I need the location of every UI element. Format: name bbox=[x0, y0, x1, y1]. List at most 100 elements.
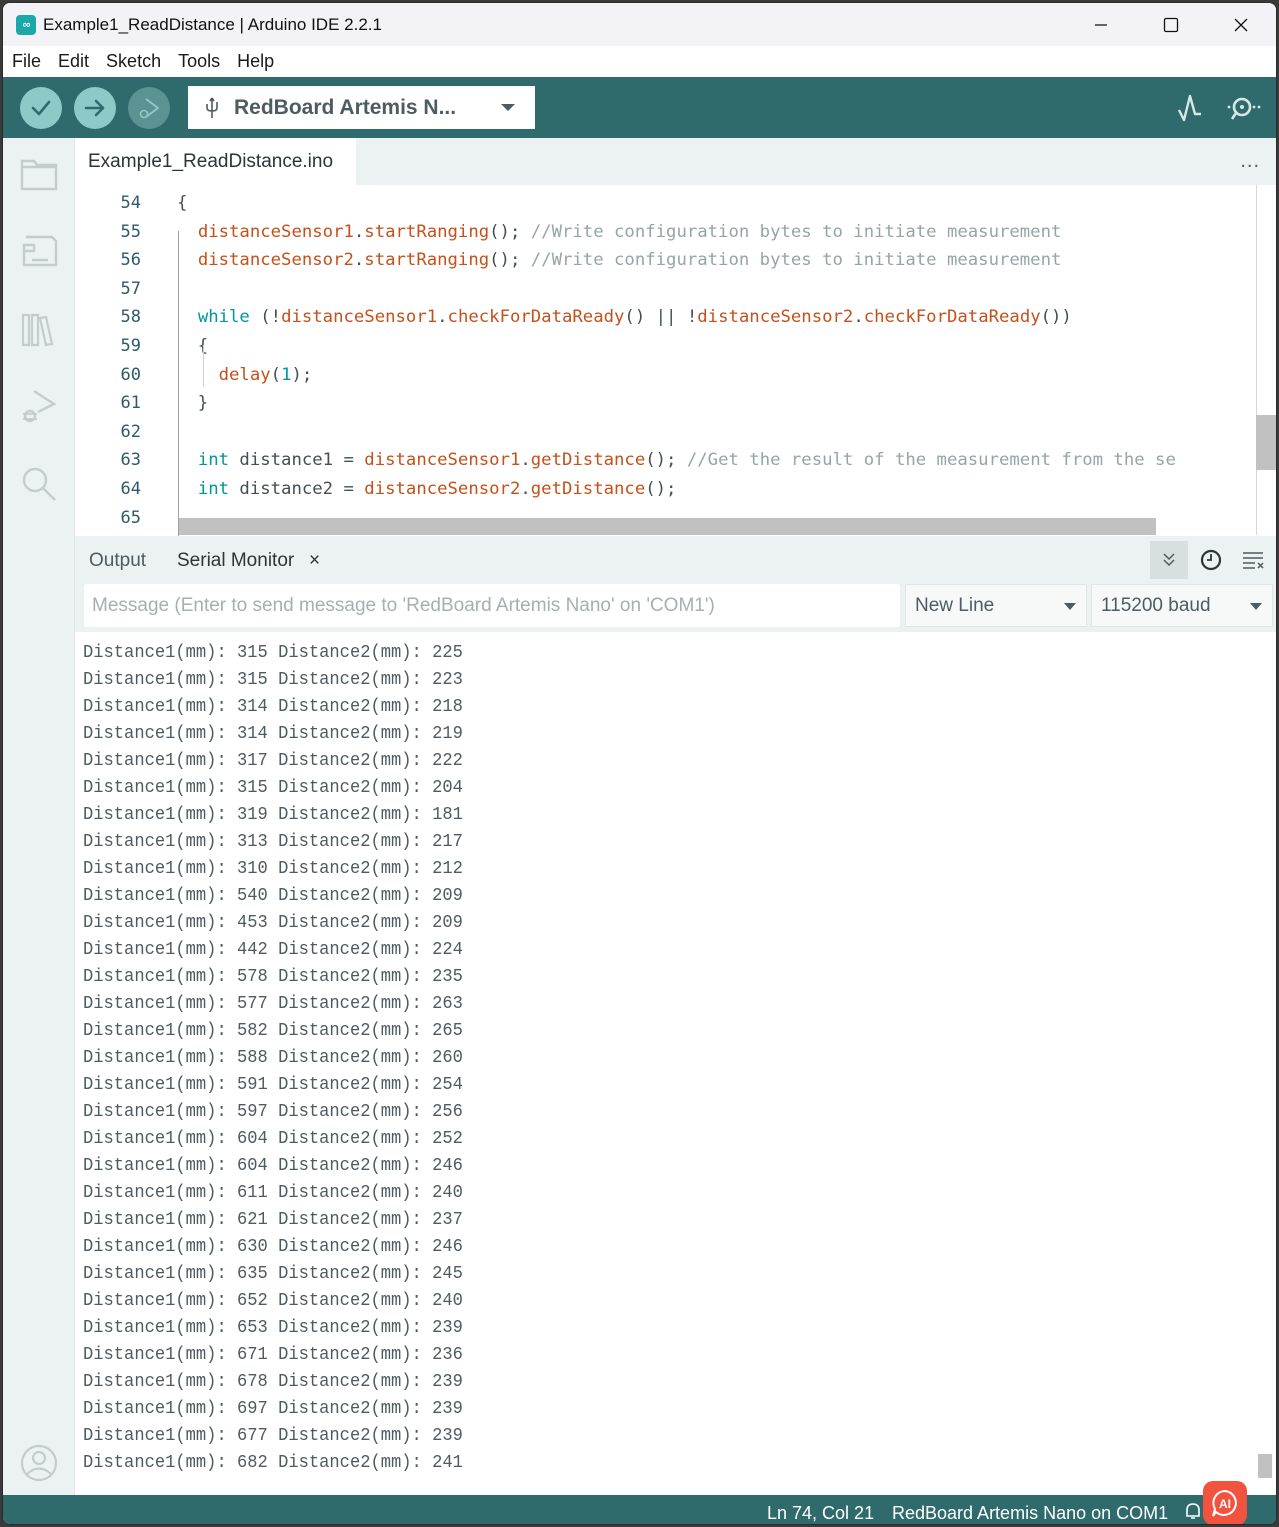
serial-label2: Distance2(mm): bbox=[278, 1398, 422, 1419]
serial-label2: Distance2(mm): bbox=[278, 669, 422, 690]
serial-label2: Distance2(mm): bbox=[278, 1209, 422, 1230]
serial-label1: Distance1(mm): bbox=[83, 912, 227, 933]
serial-label2: Distance2(mm): bbox=[278, 1155, 422, 1176]
serial-line: Distance1(mm): 577 Distance2(mm): 263 bbox=[83, 993, 463, 1014]
sidebar-item-library-manager[interactable] bbox=[19, 309, 59, 349]
status-bar: Ln 74, Col 21 RedBoard Artemis Nano on C… bbox=[3, 1495, 1276, 1524]
horizontal-scrollbar[interactable] bbox=[179, 518, 1156, 535]
line-number: 56 bbox=[120, 250, 141, 271]
distance1-value: 682 bbox=[236, 1452, 268, 1473]
code-token: { bbox=[177, 193, 188, 213]
menu-tools[interactable]: Tools bbox=[178, 51, 220, 72]
window-controls bbox=[1066, 3, 1276, 46]
distance2-value: 246 bbox=[432, 1155, 463, 1176]
serial-label1: Distance1(mm): bbox=[83, 1425, 227, 1446]
serial-label1: Distance1(mm): bbox=[83, 723, 227, 744]
distance2-value: 260 bbox=[432, 1047, 463, 1068]
arduino-logo-icon: ∞ bbox=[16, 14, 36, 35]
distance2-value: 241 bbox=[432, 1452, 463, 1473]
serial-line: Distance1(mm): 604 Distance2(mm): 246 bbox=[83, 1155, 463, 1176]
code-token: ); bbox=[291, 364, 313, 385]
close-window-button[interactable] bbox=[1206, 3, 1276, 46]
code-editor[interactable]: 54 55 56 57 58 59 60 61 62 63 64 65 { distanceSenso… bbox=[75, 185, 1276, 543]
distance1-value: 652 bbox=[236, 1290, 268, 1311]
serial-line: Distance1(mm): 319 Distance2(mm): 181 bbox=[83, 804, 463, 825]
serial-label1: Distance1(mm): bbox=[83, 1236, 227, 1257]
menu-edit[interactable]: Edit bbox=[58, 51, 89, 72]
distance1-value: 315 bbox=[236, 777, 268, 798]
line-number: 54 bbox=[120, 193, 141, 213]
code-token: ()) bbox=[1040, 307, 1072, 328]
distance1-value: 577 bbox=[236, 993, 268, 1014]
vertical-scrollbar[interactable] bbox=[1256, 415, 1276, 470]
menu-file[interactable]: File bbox=[12, 51, 41, 72]
plotter-icon[interactable] bbox=[1176, 92, 1204, 124]
serial-label1: Distance1(mm): bbox=[83, 1074, 227, 1095]
code-token: ( bbox=[270, 364, 282, 385]
tab-example1-readdistance[interactable]: Example1_ReadDistance.ino bbox=[75, 138, 356, 185]
serial-scrollbar[interactable] bbox=[1258, 1454, 1272, 1478]
verify-button[interactable] bbox=[20, 86, 62, 129]
distance1-value: 678 bbox=[236, 1371, 268, 1392]
serial-label1: Distance1(mm): bbox=[83, 1317, 227, 1338]
code-token: distanceSensor2 bbox=[364, 479, 521, 499]
more-options-button[interactable]: ... bbox=[1240, 150, 1260, 173]
menu-help[interactable]: Help bbox=[237, 51, 274, 72]
code-token: startRanging bbox=[364, 221, 490, 242]
code-token: (); bbox=[645, 450, 687, 471]
serial-message-input[interactable] bbox=[84, 584, 900, 627]
board-name: RedBoard Artemis N... bbox=[234, 95, 457, 119]
code-token: startRanging bbox=[364, 250, 490, 271]
serial-line: Distance1(mm): 677 Distance2(mm): 239 bbox=[83, 1425, 463, 1446]
board-selector[interactable]: RedBoard Artemis N... bbox=[188, 86, 535, 129]
serial-label1: Distance1(mm): bbox=[83, 1155, 227, 1176]
sidebar-item-search[interactable] bbox=[19, 464, 59, 504]
tab-serial-monitor[interactable]: Serial Monitor bbox=[177, 550, 294, 572]
distance1-value: 697 bbox=[236, 1398, 268, 1419]
serial-line: Distance1(mm): 442 Distance2(mm): 224 bbox=[83, 939, 463, 960]
serial-label2: Distance2(mm): bbox=[278, 723, 422, 744]
distance1-value: 591 bbox=[236, 1074, 268, 1095]
maximize-button[interactable] bbox=[1136, 3, 1206, 46]
code-line: while (!distanceSensor1.checkForDataRead… bbox=[177, 307, 1072, 327]
code-line: } bbox=[177, 393, 208, 413]
distance1-value: 630 bbox=[236, 1236, 268, 1257]
line-number: 59 bbox=[120, 336, 141, 356]
sidebar-item-sketchbook[interactable] bbox=[19, 154, 59, 194]
code-token: distanceSensor1 bbox=[281, 307, 438, 328]
baud-rate-select[interactable]: 115200 baud bbox=[1091, 584, 1273, 627]
line-ending-select[interactable]: New Line bbox=[905, 584, 1087, 627]
clear-output-button[interactable] bbox=[1234, 541, 1272, 579]
bottom-panel-header: Output Serial Monitor × bbox=[75, 536, 1276, 584]
maximize-icon bbox=[1163, 17, 1179, 32]
distance1-value: 453 bbox=[236, 912, 268, 933]
account-icon[interactable] bbox=[19, 1443, 59, 1483]
distance1-value: 314 bbox=[236, 723, 268, 744]
timestamp-button[interactable] bbox=[1192, 541, 1230, 579]
serial-line: Distance1(mm): 588 Distance2(mm): 260 bbox=[83, 1047, 463, 1068]
sidebar-item-boards-manager[interactable] bbox=[19, 231, 59, 271]
distance1-value: 604 bbox=[236, 1155, 268, 1176]
serial-line: Distance1(mm): 315 Distance2(mm): 204 bbox=[83, 777, 463, 798]
upload-button[interactable] bbox=[74, 86, 116, 129]
code-token: distance2 = bbox=[229, 479, 365, 499]
autoscroll-button[interactable] bbox=[1150, 541, 1188, 579]
debug-button[interactable] bbox=[128, 86, 170, 129]
code-token: getDistance bbox=[530, 450, 646, 471]
usb-icon bbox=[206, 97, 218, 118]
ai-label: AI bbox=[1219, 1497, 1231, 1511]
sidebar-item-debug[interactable] bbox=[19, 386, 59, 426]
tab-output[interactable]: Output bbox=[89, 550, 146, 572]
distance2-value: 256 bbox=[432, 1101, 463, 1122]
minimize-button[interactable] bbox=[1066, 3, 1136, 46]
close-serial-monitor-button[interactable]: × bbox=[309, 550, 320, 572]
serial-line: Distance1(mm): 315 Distance2(mm): 225 bbox=[83, 642, 463, 663]
bell-icon[interactable] bbox=[1183, 1501, 1203, 1521]
serial-monitor-icon[interactable] bbox=[1226, 93, 1262, 123]
distance2-value: 219 bbox=[432, 723, 463, 744]
menu-sketch[interactable]: Sketch bbox=[106, 51, 161, 72]
code-token: (); bbox=[645, 479, 677, 499]
ai-assistant-badge[interactable]: AI bbox=[1203, 1481, 1247, 1524]
